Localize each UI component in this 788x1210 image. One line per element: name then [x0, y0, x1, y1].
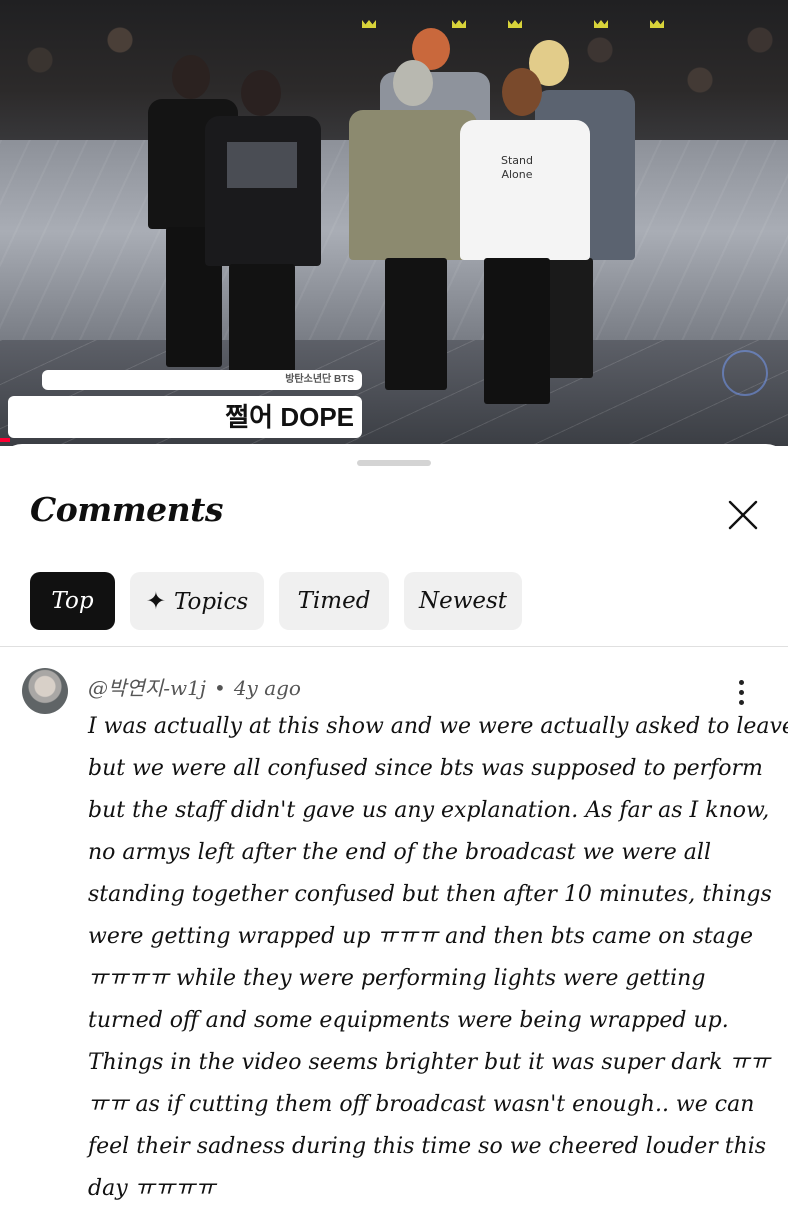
comment-line: but we were all confused since bts was s…	[88, 756, 763, 781]
comments-sheet: Comments Top ✦ Topics Timed Newest @박연지-w…	[0, 444, 788, 1201]
shirt-text: Stand Alone	[501, 154, 533, 181]
song-caption: 쩔어 DOPE	[8, 396, 362, 438]
avatar[interactable]	[22, 668, 68, 714]
tab-top-label: Top	[51, 588, 94, 614]
comment-line: day ㅠㅠㅠㅠ	[88, 1176, 216, 1201]
sparkle-icon: ✦	[145, 587, 166, 615]
drag-handle[interactable]	[357, 460, 431, 466]
comment-line: were getting wrapped up ㅠㅠㅠ and then bts…	[88, 924, 753, 949]
tab-newest-label: Newest	[418, 588, 508, 614]
video-player[interactable]: Stand Alone 방탄소년단 BTS 쩔어 DOPE	[0, 0, 788, 446]
comment-line: feel their sadness during this time so w…	[88, 1134, 767, 1159]
progress-bar[interactable]	[0, 438, 10, 442]
comment-line: turned off and some equipments were bein…	[88, 1008, 729, 1033]
tab-topics[interactable]: ✦ Topics	[130, 572, 264, 630]
separator-dot: •	[214, 676, 226, 700]
comment-line: ㅠㅠㅠㅠ while they were performing lights w…	[88, 966, 706, 991]
comment-line: but the staff didn't gave us any explana…	[88, 798, 770, 823]
camera-ring	[722, 350, 768, 396]
sheet-title: Comments	[30, 490, 223, 529]
tab-timed[interactable]: Timed	[279, 572, 389, 630]
comment-author[interactable]: @박연지-w1j	[88, 676, 206, 700]
comment-line: ㅠㅠ as if cutting them off broadcast wasn…	[88, 1092, 755, 1117]
comment-age: 4y ago	[233, 676, 301, 700]
tab-newest[interactable]: Newest	[404, 572, 522, 630]
comment-meta: @박연지-w1j • 4y ago	[88, 672, 301, 701]
comment-body: I was actually at this show and we were …	[88, 706, 788, 1210]
comment-line: Things in the video seems brighter but i…	[88, 1050, 770, 1075]
close-icon[interactable]	[724, 496, 762, 534]
more-options-icon[interactable]	[730, 678, 754, 708]
comment-line: no armys left after the end of the broad…	[88, 840, 711, 865]
tab-timed-label: Timed	[297, 588, 371, 614]
divider	[0, 646, 788, 647]
comment-line: standing together confused but then afte…	[88, 882, 772, 907]
tab-top[interactable]: Top	[30, 572, 115, 630]
comment-line: I was actually at this show and we were …	[88, 714, 788, 739]
tab-topics-label: Topics	[173, 589, 249, 615]
lower-third-label: 방탄소년단 BTS	[42, 370, 362, 390]
